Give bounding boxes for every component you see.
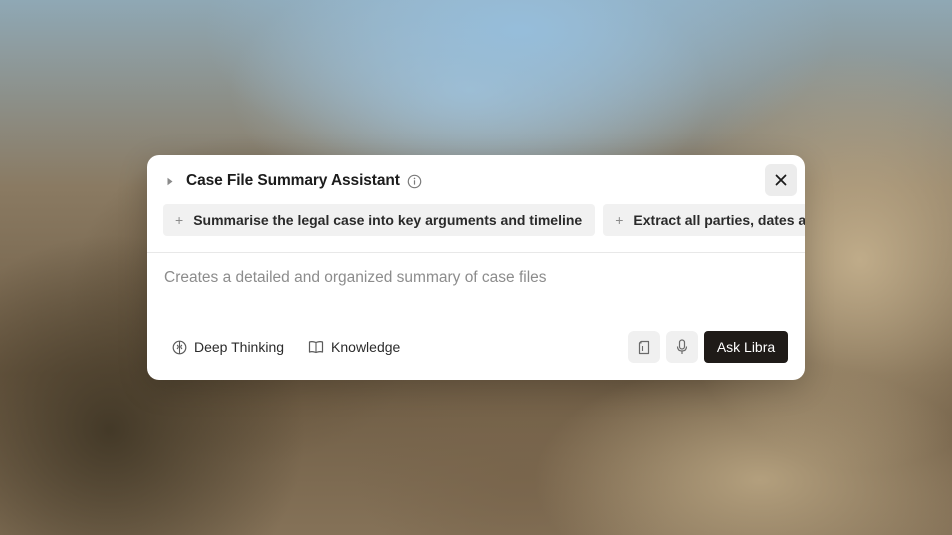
suggestion-chip-extract[interactable]: + Extract all parties, dates and c: [603, 204, 805, 236]
deep-thinking-toggle[interactable]: Deep Thinking: [172, 339, 284, 355]
plus-icon: +: [175, 212, 184, 228]
info-icon[interactable]: [407, 174, 422, 189]
divider: [147, 252, 805, 253]
dialog-title: Case File Summary Assistant: [186, 172, 400, 189]
deep-thinking-icon: [172, 340, 187, 354]
ask-libra-button[interactable]: Ask Libra: [704, 331, 788, 363]
footer-tools: Deep Thinking Knowledge: [172, 337, 424, 357]
plus-icon: +: [615, 212, 624, 228]
attach-document-button[interactable]: [628, 331, 660, 363]
voice-input-button[interactable]: [666, 331, 698, 363]
knowledge-label: Knowledge: [331, 339, 401, 355]
deep-thinking-label: Deep Thinking: [194, 339, 285, 355]
prompt-input[interactable]: Creates a detailed and organized summary…: [164, 269, 785, 291]
close-icon: [775, 174, 787, 186]
suggestion-label: Extract all parties, dates and c: [633, 212, 805, 228]
assistant-dialog: Case File Summary Assistant + Summarise …: [147, 155, 805, 380]
microphone-icon: [676, 339, 688, 354]
suggestion-chip-summarise[interactable]: + Summarise the legal case into key argu…: [163, 204, 596, 236]
suggestion-label: Summarise the legal case into key argume…: [193, 212, 583, 228]
knowledge-toggle[interactable]: Knowledge: [308, 339, 400, 355]
dialog-header: Case File Summary Assistant: [163, 168, 795, 194]
book-icon: [308, 341, 324, 354]
suggested-prompts: + Summarise the legal case into key argu…: [163, 204, 805, 236]
caret-right-icon[interactable]: [163, 174, 177, 188]
close-button[interactable]: [765, 164, 797, 196]
document-icon: [638, 340, 650, 354]
